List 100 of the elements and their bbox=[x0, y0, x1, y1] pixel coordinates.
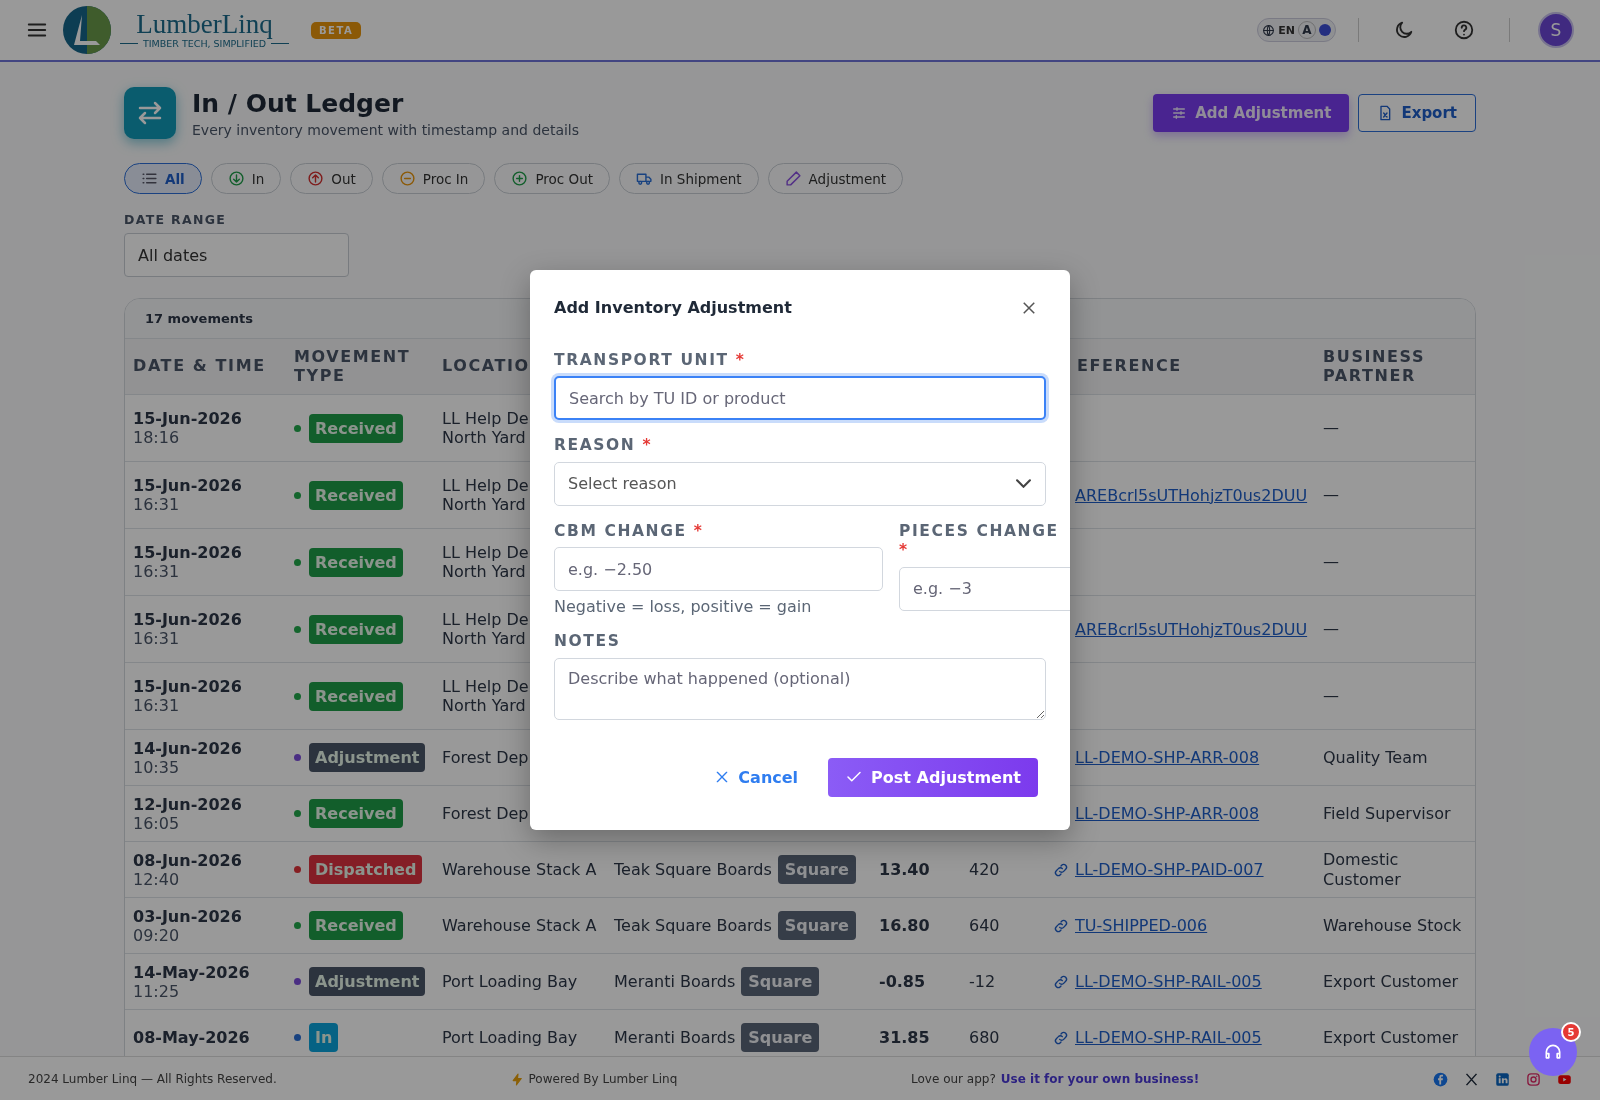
row-time: 18:16 bbox=[132, 428, 181, 447]
filter-chip[interactable]: Adjustment bbox=[767, 163, 904, 194]
user-avatar[interactable]: S bbox=[1538, 12, 1574, 48]
notes-field[interactable]: Describe what happened (optional) bbox=[554, 657, 1046, 720]
globe-icon bbox=[1262, 23, 1276, 37]
instagram-icon[interactable] bbox=[1525, 1071, 1541, 1087]
x-icon[interactable] bbox=[1463, 1071, 1479, 1087]
location-text: Port Loading Bay bbox=[442, 1027, 578, 1048]
row-date: 15-Jun-2026 bbox=[132, 610, 243, 629]
cbm-change-field[interactable]: e.g. −2.50 bbox=[554, 547, 883, 592]
promo-link[interactable]: Use it for your own business! bbox=[1000, 1072, 1200, 1086]
reason-dropdown[interactable]: Select reason bbox=[554, 461, 1046, 506]
status-dot bbox=[294, 424, 301, 432]
row-time: 09:20 bbox=[132, 925, 181, 945]
row-date: 15-Jun-2026 bbox=[132, 677, 243, 696]
cbm-cell: 16.80 bbox=[879, 915, 930, 935]
pieces-cell: 420 bbox=[969, 859, 1000, 879]
cbm-cell: -0.85 bbox=[879, 971, 926, 991]
location-text: LL Help De bbox=[442, 475, 529, 495]
status-dot bbox=[294, 625, 301, 633]
headset-icon bbox=[1543, 1042, 1563, 1062]
field-label: NOTES bbox=[554, 632, 622, 652]
reference-link[interactable]: LL-DEMO-SHP-RAIL-005 bbox=[1075, 972, 1262, 991]
reference-link[interactable]: LL-DEMO-SHP-ARR-008 bbox=[1075, 748, 1260, 767]
location-text: North Yard bbox=[442, 562, 526, 582]
status-dot bbox=[294, 922, 301, 929]
row-date: 14-Jun-2026 bbox=[132, 738, 243, 758]
column-header: DATE & TIME bbox=[133, 356, 266, 376]
reference-link[interactable]: AREBcrl5sUTHohjzT0us2DUU bbox=[1075, 485, 1308, 505]
filter-chip[interactable]: All bbox=[124, 163, 202, 194]
filter-chip[interactable]: In Shipment bbox=[619, 163, 759, 194]
movement-type-badge: In bbox=[309, 1023, 339, 1052]
date-range-field[interactable]: All dates bbox=[124, 233, 349, 277]
filter-chip[interactable]: Proc In bbox=[381, 163, 486, 194]
filter-chip[interactable]: In bbox=[210, 163, 282, 194]
field-label: TRANSPORT UNIT * bbox=[554, 351, 747, 371]
row-date: 08-Jun-2026 bbox=[132, 850, 243, 870]
page-subtitle: Every inventory movement with timestamp and details bbox=[192, 121, 580, 138]
status-dot bbox=[294, 692, 301, 700]
location-text: LL Help De bbox=[442, 609, 529, 629]
movement-type-badge: Adjustment bbox=[309, 967, 426, 996]
location-text: North Yard bbox=[442, 696, 526, 716]
status-dot bbox=[294, 491, 301, 499]
status-dot bbox=[294, 978, 301, 985]
location-text: LL Help De bbox=[442, 676, 529, 696]
cancel-button[interactable]: Cancel bbox=[708, 766, 805, 788]
pieces-cell: 640 bbox=[969, 915, 1000, 935]
partner-cell-text: Export Customer bbox=[1322, 1027, 1460, 1048]
reference-link[interactable]: TU-SHIPPED-006 bbox=[1075, 916, 1208, 935]
location-text: Warehouse Stack A bbox=[442, 915, 597, 936]
export-button[interactable]: Export bbox=[1358, 94, 1476, 132]
reference-link[interactable]: AREBcrl5sUTHohjzT0us2DUU bbox=[1075, 619, 1308, 639]
swap-arrows-icon bbox=[124, 87, 176, 139]
row-time: 16:31 bbox=[132, 629, 181, 648]
location-text: North Yard bbox=[442, 629, 526, 649]
post-adjustment-button[interactable]: Post Adjustment bbox=[828, 757, 1038, 797]
unit-badge: Square bbox=[741, 967, 820, 996]
movement-type-badge: Received bbox=[309, 799, 403, 828]
partner-cell-text: Quality Team bbox=[1322, 747, 1429, 768]
product-cell: Teak Square Boards bbox=[614, 859, 772, 880]
promo-text: Love our app? bbox=[911, 1072, 996, 1086]
row-time: 16:31 bbox=[132, 495, 181, 514]
copyright-text: 2024 Lumber Linq — All Rights Reserved. bbox=[28, 1072, 277, 1086]
linkedin-icon[interactable] bbox=[1494, 1071, 1510, 1087]
column-header: EFERENCE bbox=[1077, 357, 1182, 376]
field-label: CBM CHANGE * bbox=[554, 521, 705, 542]
row-time: 16:05 bbox=[132, 813, 181, 833]
movement-type-badge: Received bbox=[309, 547, 403, 577]
row-date: 03-Jun-2026 bbox=[132, 906, 243, 926]
movement-type-badge: Adjustment bbox=[309, 743, 426, 772]
field-label: PIECES CHANGE * bbox=[899, 521, 1060, 561]
arrow-up-circle-icon bbox=[307, 170, 325, 187]
minus-circle-icon bbox=[398, 170, 416, 187]
pieces-change-field[interactable]: e.g. −3 bbox=[899, 566, 1070, 611]
row-time: 12:40 bbox=[132, 869, 181, 889]
chevron-down-icon bbox=[1016, 479, 1031, 489]
transport-unit-field[interactable]: Search by TU ID or product bbox=[554, 376, 1046, 421]
reference-link[interactable]: LL-DEMO-SHP-ARR-008 bbox=[1075, 804, 1260, 823]
partner-cell-text: — bbox=[1322, 619, 1340, 639]
plus-circle-icon bbox=[511, 170, 529, 187]
filter-chip[interactable]: Proc Out bbox=[494, 163, 610, 194]
add-adjustment-button[interactable]: Add Adjustment bbox=[1153, 94, 1350, 132]
language-toggle[interactable]: EN A bbox=[1257, 18, 1336, 42]
unit-badge: Square bbox=[741, 1023, 820, 1052]
required-mark: * bbox=[735, 351, 746, 369]
filter-chip[interactable]: Out bbox=[290, 163, 373, 194]
status-dot bbox=[294, 754, 301, 761]
reference-link[interactable]: LL-DEMO-SHP-PAID-007 bbox=[1075, 860, 1264, 879]
date-range-label: DATE RANGE bbox=[124, 212, 228, 227]
reference-link[interactable]: LL-DEMO-SHP-RAIL-005 bbox=[1075, 1028, 1262, 1047]
beta-badge: BETA bbox=[311, 21, 362, 39]
facebook-icon[interactable] bbox=[1432, 1071, 1448, 1087]
required-mark: * bbox=[642, 436, 653, 455]
status-dot bbox=[294, 866, 301, 873]
cbm-cell: 31.85 bbox=[879, 1027, 930, 1047]
location-text: North Yard bbox=[442, 495, 526, 515]
pieces-cell: 680 bbox=[969, 1027, 1000, 1047]
partner-cell-text: Export Customer bbox=[1322, 971, 1460, 992]
location-text: North Yard bbox=[442, 428, 526, 448]
row-time: 16:31 bbox=[132, 562, 181, 581]
